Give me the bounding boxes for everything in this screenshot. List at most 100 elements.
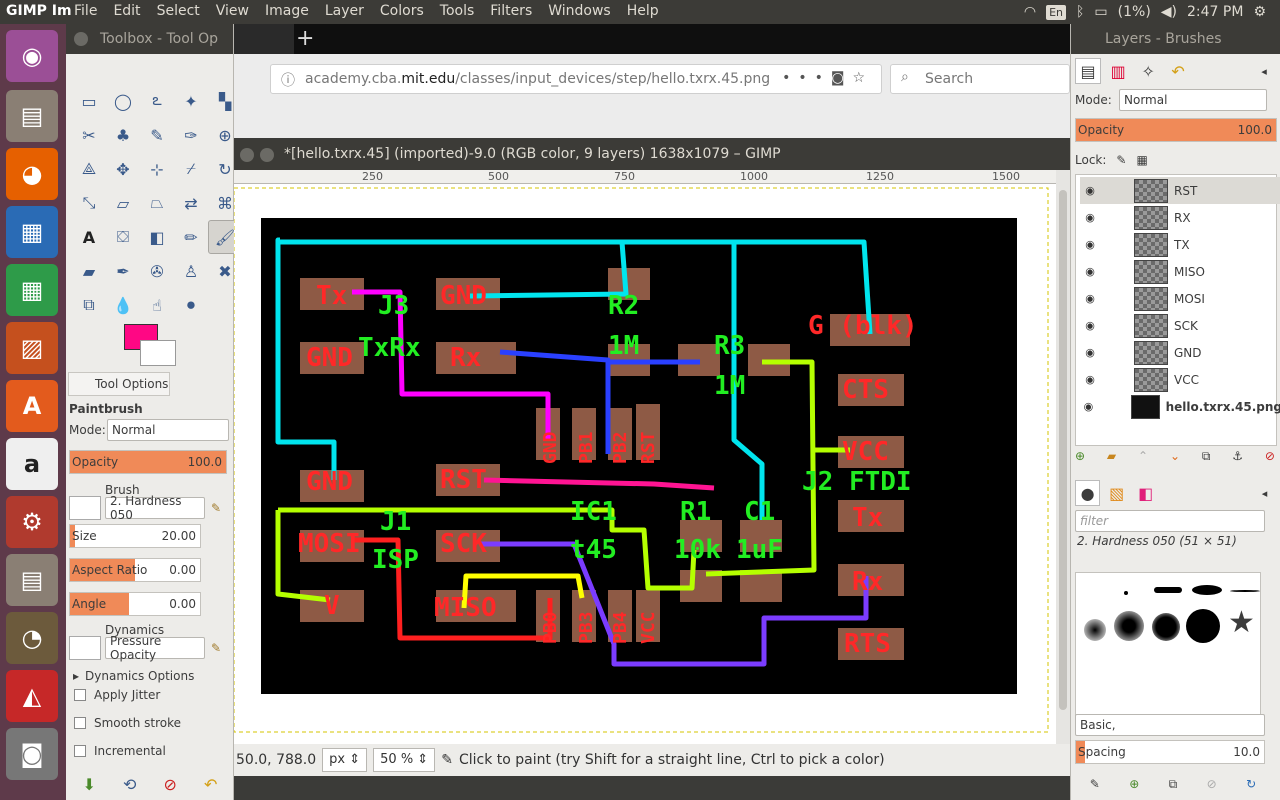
crop-icon[interactable]: ⌿ bbox=[174, 152, 208, 186]
measure-icon[interactable]: ⟁ bbox=[72, 152, 106, 186]
files-icon[interactable]: ▤ bbox=[6, 90, 58, 142]
color-picker-icon[interactable]: ✑ bbox=[174, 118, 208, 152]
filter-input[interactable]: filter bbox=[1075, 510, 1265, 532]
channels-tab-icon[interactable]: ▥ bbox=[1105, 58, 1131, 84]
new-group-icon[interactable]: ▰ bbox=[1107, 449, 1116, 463]
close-icon[interactable] bbox=[74, 32, 88, 46]
eye-icon[interactable]: ◉ bbox=[1080, 319, 1100, 332]
minimize-icon[interactable] bbox=[260, 148, 274, 162]
save-preset-icon[interactable]: ⬇ bbox=[83, 775, 96, 794]
airbrush-icon[interactable]: ✒ bbox=[106, 254, 140, 288]
restore-preset-icon[interactable]: ⟲ bbox=[123, 775, 136, 794]
brush-preview[interactable] bbox=[69, 496, 101, 520]
apply-jitter-checkbox[interactable]: Apply Jitter bbox=[74, 688, 224, 702]
url-bar[interactable]: ⓘ academy.cba.mit.edu/classes/input_devi… bbox=[270, 64, 882, 94]
lasso-icon[interactable]: ఽ bbox=[140, 84, 174, 118]
canvas[interactable]: Tx GND J3 TxRx R2 1M R3 1M G (blk) GND R… bbox=[233, 184, 1056, 744]
layer-item[interactable]: ◉ VCC bbox=[1080, 366, 1280, 393]
eraser-icon[interactable]: ▰ bbox=[72, 254, 106, 288]
firefox-icon[interactable]: ◕ bbox=[6, 148, 58, 200]
scissors-icon[interactable]: ✂ bbox=[72, 118, 106, 152]
close-icon[interactable] bbox=[240, 148, 254, 162]
panel-menu-icon[interactable]: ◂ bbox=[1251, 58, 1277, 84]
edit-brush-icon[interactable]: ✎ bbox=[1090, 777, 1100, 791]
eye-icon[interactable]: ◉ bbox=[1080, 265, 1100, 278]
camera-icon[interactable]: ◙ bbox=[6, 728, 58, 780]
impress-icon[interactable]: ▨ bbox=[6, 322, 58, 374]
menu-tools[interactable]: Tools bbox=[432, 0, 483, 24]
gradient-icon[interactable]: ◧ bbox=[140, 220, 174, 254]
clock[interactable]: 2:47 PM bbox=[1187, 4, 1243, 20]
dynamics-select[interactable]: Pressure Opacity bbox=[105, 634, 205, 662]
layer-item[interactable]: ◉ MOSI bbox=[1080, 285, 1280, 312]
refresh-icon[interactable]: ↻ bbox=[1246, 777, 1256, 791]
wifi-icon[interactable]: ◠ bbox=[1024, 4, 1036, 20]
menu-edit[interactable]: Edit bbox=[105, 0, 148, 24]
clone-icon[interactable]: ♙ bbox=[174, 254, 208, 288]
lock-pixels-icon[interactable]: ✎ bbox=[1116, 153, 1126, 167]
perspective-icon[interactable]: ⏢ bbox=[140, 186, 174, 220]
gear-icon[interactable]: ⚙ bbox=[1253, 4, 1266, 20]
perspective-clone-icon[interactable]: ⧉ bbox=[72, 288, 106, 322]
duplicate-layer-icon[interactable]: ⧉ bbox=[1202, 449, 1211, 464]
size-slider[interactable]: Size 20.00 bbox=[69, 524, 201, 548]
menu-image[interactable]: Image bbox=[257, 0, 317, 24]
scale-icon[interactable]: ⤡ bbox=[72, 186, 106, 220]
dodge-burn-icon[interactable]: ⚫ bbox=[174, 288, 208, 322]
reset-icon[interactable]: ↶ bbox=[204, 775, 217, 794]
software-center-icon[interactable]: A bbox=[6, 380, 58, 432]
files2-icon[interactable]: ▤ bbox=[6, 554, 58, 606]
align-icon[interactable]: ⊹ bbox=[140, 152, 174, 186]
menu-colors[interactable]: Colors bbox=[372, 0, 432, 24]
menu-select[interactable]: Select bbox=[149, 0, 208, 24]
layer-item[interactable]: ◉ RX bbox=[1080, 204, 1280, 231]
menu-filters[interactable]: Filters bbox=[482, 0, 540, 24]
browser-tab[interactable] bbox=[234, 24, 294, 54]
volume-icon[interactable]: ◀) bbox=[1161, 4, 1177, 20]
new-brush-icon[interactable]: ⊕ bbox=[1129, 777, 1139, 791]
edit-dynamics-icon[interactable]: ✎ bbox=[211, 641, 221, 655]
menu-file[interactable]: File bbox=[66, 0, 105, 24]
eye-icon[interactable]: ◉ bbox=[1080, 400, 1097, 413]
inkscape-icon[interactable]: ◭ bbox=[6, 670, 58, 722]
background-color[interactable] bbox=[140, 340, 176, 366]
delete-preset-icon[interactable]: ⊘ bbox=[164, 775, 177, 794]
foreground-select-icon[interactable]: ♣ bbox=[106, 118, 140, 152]
layer-item[interactable]: ◉ RST bbox=[1080, 177, 1280, 204]
undo-tab-icon[interactable]: ↶ bbox=[1165, 58, 1191, 84]
layer-item[interactable]: ◉ hello.txrx.45.png bbox=[1080, 393, 1280, 420]
more-icon[interactable]: ••• bbox=[782, 70, 831, 86]
spacing-slider[interactable]: Spacing 10.0 bbox=[1075, 740, 1265, 764]
new-tab-icon[interactable]: + bbox=[296, 26, 314, 51]
brush-select[interactable]: 2. Hardness 050 bbox=[105, 494, 205, 522]
smudge-icon[interactable]: ☝ bbox=[140, 288, 174, 322]
settings-icon[interactable]: ⚙ bbox=[6, 496, 58, 548]
eye-icon[interactable]: ◉ bbox=[1080, 346, 1100, 359]
writer-icon[interactable]: ▦ bbox=[6, 206, 58, 258]
vertical-scrollbar[interactable] bbox=[1056, 170, 1070, 744]
paths-icon[interactable]: ✎ bbox=[140, 118, 174, 152]
smooth-stroke-checkbox[interactable]: Smooth stroke bbox=[74, 716, 224, 730]
flip-icon[interactable]: ⇄ bbox=[174, 186, 208, 220]
shear-icon[interactable]: ▱ bbox=[106, 186, 140, 220]
amazon-icon[interactable]: a bbox=[6, 438, 58, 490]
aspect-ratio-slider[interactable]: Aspect Ratio 0.00 bbox=[69, 558, 201, 582]
battery-icon[interactable]: ▭ bbox=[1094, 4, 1107, 20]
rect-select-icon[interactable]: ▭ bbox=[72, 84, 106, 118]
lower-layer-icon[interactable]: ⌄ bbox=[1170, 449, 1180, 463]
dynamics-preview[interactable] bbox=[69, 636, 101, 660]
unit-select[interactable]: px ⇕ bbox=[322, 748, 368, 772]
eye-icon[interactable]: ◉ bbox=[1080, 184, 1100, 197]
info-icon[interactable]: ⓘ bbox=[281, 70, 295, 90]
menu-layer[interactable]: Layer bbox=[317, 0, 372, 24]
bucket-fill-icon[interactable]: ⛋ bbox=[106, 220, 140, 254]
menu-windows[interactable]: Windows bbox=[540, 0, 619, 24]
layer-item[interactable]: ◉ SCK bbox=[1080, 312, 1280, 339]
menu-view[interactable]: View bbox=[208, 0, 257, 24]
eye-icon[interactable]: ◉ bbox=[1080, 373, 1100, 386]
brush-panel-menu-icon[interactable]: ◂ bbox=[1252, 480, 1277, 506]
ink-icon[interactable]: ✇ bbox=[140, 254, 174, 288]
anchor-icon[interactable]: ⚓ bbox=[1232, 449, 1243, 463]
zoom-select[interactable]: 50 % ⇕ bbox=[373, 748, 436, 772]
gimp-icon[interactable]: ◔ bbox=[6, 612, 58, 664]
